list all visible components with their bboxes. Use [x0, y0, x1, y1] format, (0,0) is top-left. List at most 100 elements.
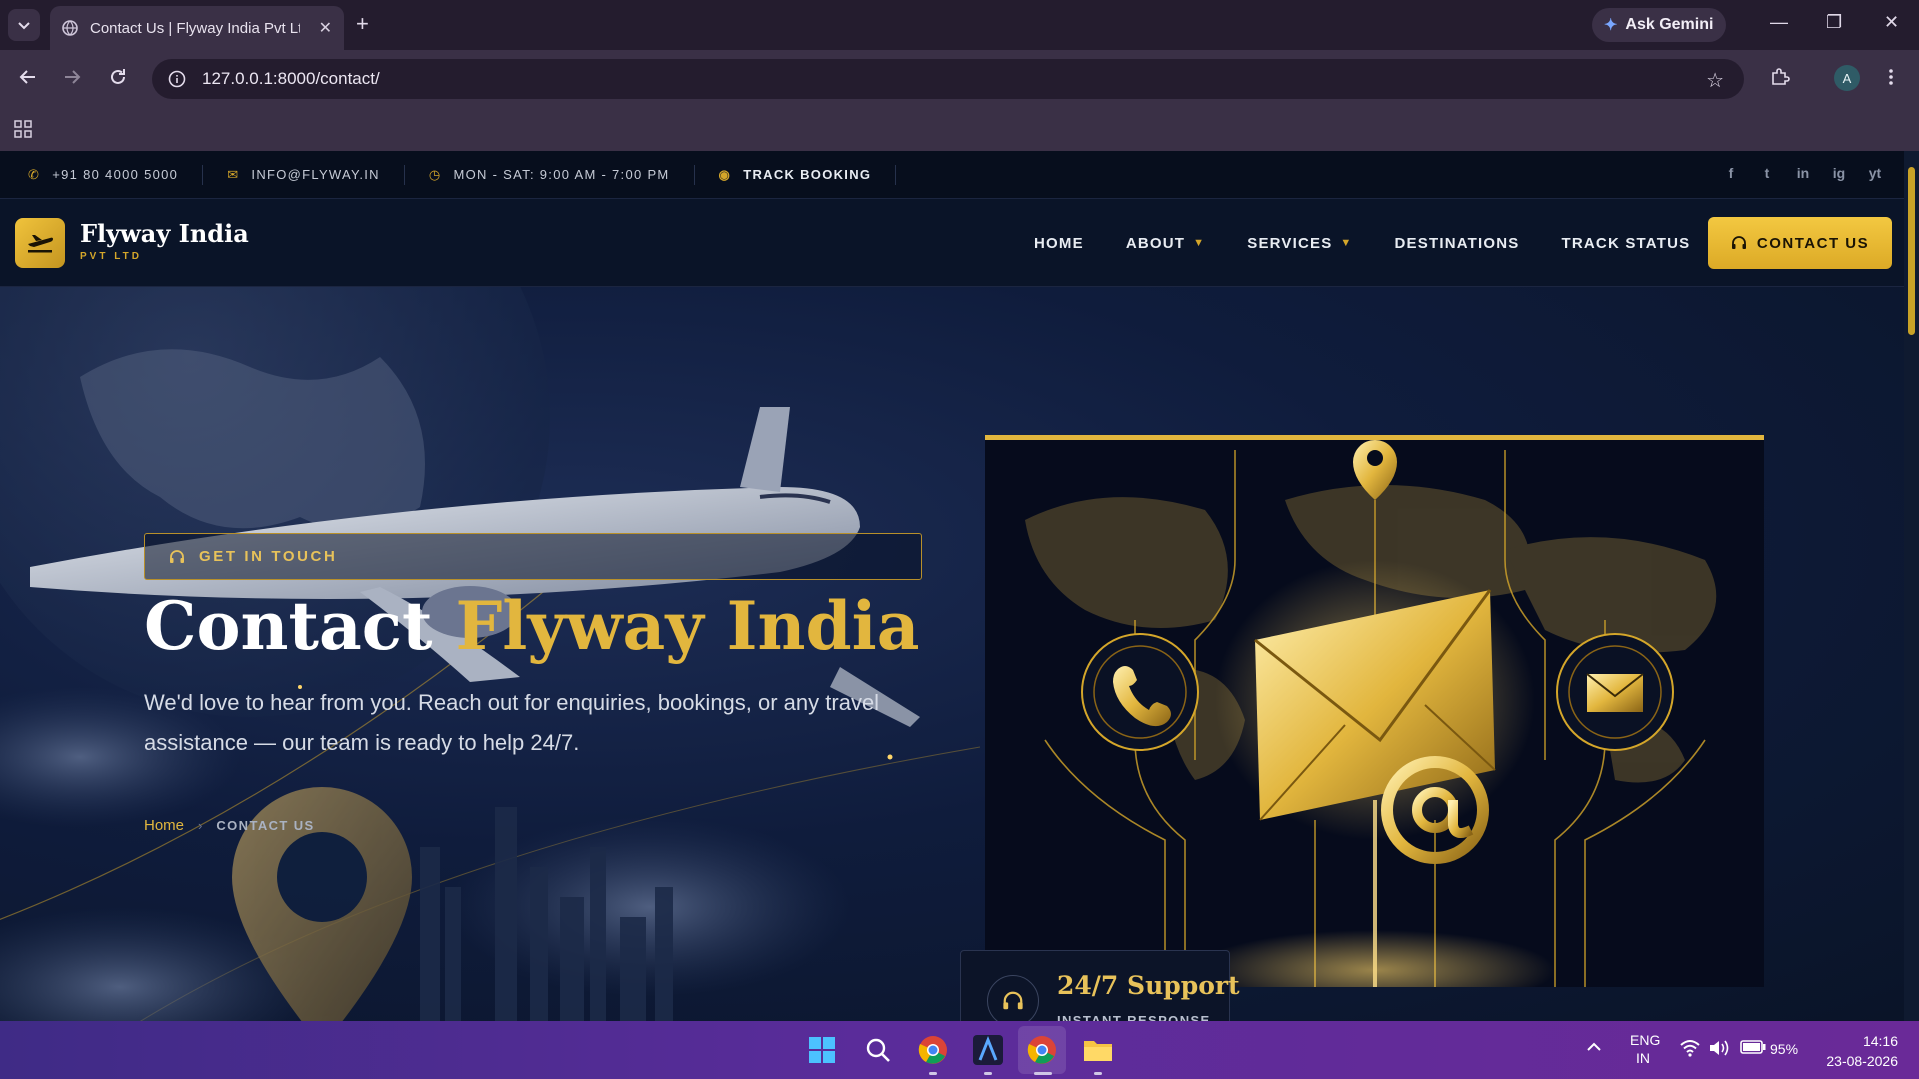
back-arrow-icon[interactable]: [18, 67, 38, 87]
windows-taskbar: ENG IN 95% 14:16 23-08-2026: [0, 1021, 1919, 1079]
nav-destinations-label: DESTINATIONS: [1394, 234, 1520, 252]
site-info-icon[interactable]: [168, 70, 186, 88]
restore-button[interactable]: ❐: [1826, 12, 1842, 33]
tab-close-icon[interactable]: ✕: [319, 18, 332, 38]
language-code: ENG: [1630, 1032, 1661, 1048]
topbar-phone[interactable]: ✆ +91 80 4000 5000: [28, 164, 204, 185]
nav-track-status[interactable]: TRACK STATUS: [1561, 235, 1690, 252]
file-explorer-icon[interactable]: [1082, 1034, 1114, 1066]
clock-time: 14:16: [1862, 1033, 1898, 1049]
hours-text: MON - SAT: 9:00 AM - 7:00 PM: [453, 167, 670, 182]
chevron-down-icon: [18, 22, 30, 30]
chrome-profile-icon[interactable]: [1026, 1034, 1058, 1066]
mail-ring-icon: [1556, 633, 1674, 751]
twitter-icon[interactable]: t: [1758, 165, 1776, 181]
profile-avatar[interactable]: A: [1834, 65, 1860, 91]
address-toolbar: 127.0.0.1:8000/contact/ ☆ A: [0, 50, 1919, 108]
taskbar-indicator: [1034, 1072, 1052, 1075]
logo-name[interactable]: Flyway India: [80, 219, 249, 248]
phone-ring-icon: [1081, 633, 1199, 751]
logo-subtitle: PVT LTD: [80, 251, 142, 262]
browser-tab-active[interactable]: Contact Us | Flyway India Pvt Ltd ✕: [50, 6, 344, 50]
linkedin-icon[interactable]: in: [1794, 165, 1812, 181]
chevron-up-icon[interactable]: [1586, 1039, 1602, 1055]
taskbar-indicator: [1094, 1072, 1102, 1075]
windows-start-icon[interactable]: [806, 1034, 838, 1066]
phone-text: +91 80 4000 5000: [52, 167, 179, 182]
breadcrumb-chevron-icon: ›: [198, 818, 203, 833]
get-in-touch-label: GET IN TOUCH: [199, 548, 338, 565]
chevron-down-icon: ▼: [1193, 237, 1206, 249]
language-indicator[interactable]: ENG IN: [1630, 1031, 1660, 1067]
topbar-email[interactable]: ✉ INFO@FLYWAY.IN: [227, 164, 405, 185]
scrollbar-thumb[interactable]: [1908, 167, 1915, 335]
url-text[interactable]: 127.0.0.1:8000/contact/: [202, 69, 380, 89]
battery-percent: 95%: [1770, 1041, 1799, 1057]
taskbar-indicator: [929, 1072, 937, 1075]
nav-about[interactable]: ABOUT ▼: [1126, 235, 1205, 252]
clock-date: 23-08-2026: [1826, 1053, 1898, 1069]
system-clock[interactable]: 14:16 23-08-2026: [1818, 1031, 1898, 1071]
bookmark-star-icon[interactable]: ☆: [1706, 68, 1724, 93]
hero-title-white: Contact: [144, 587, 433, 665]
more-menu-icon[interactable]: [1888, 67, 1894, 87]
facebook-icon[interactable]: f: [1722, 165, 1740, 181]
nav-services[interactable]: SERVICES ▼: [1247, 235, 1352, 252]
envelope-icon: ✉: [227, 166, 240, 182]
nav-track-status-label: TRACK STATUS: [1561, 234, 1691, 252]
contact-illustration: [985, 435, 1764, 987]
support-card: 24/7 Support INSTANT RESPONSE: [960, 950, 1240, 1021]
contact-us-label: CONTACT US: [1756, 234, 1870, 252]
close-window-button[interactable]: ✕: [1884, 12, 1899, 33]
extensions-icon[interactable]: [1770, 67, 1790, 87]
tab-title: Contact Us | Flyway India Pvt Ltd: [90, 19, 300, 37]
app-a-icon[interactable]: [972, 1034, 1004, 1066]
chevron-down-icon: ▼: [1340, 237, 1353, 249]
bookmarks-bar: [0, 108, 1919, 151]
headset-icon: [1731, 236, 1746, 249]
ask-gemini-label: Ask Gemini: [1625, 16, 1714, 33]
youtube-icon[interactable]: yt: [1866, 165, 1884, 181]
instagram-icon[interactable]: ig: [1830, 165, 1848, 181]
address-bar[interactable]: 127.0.0.1:8000/contact/ ☆: [152, 59, 1744, 99]
support-headset-icon: [987, 975, 1039, 1021]
nav-about-label: ABOUT: [1125, 234, 1186, 252]
apps-grid-icon[interactable]: [14, 120, 32, 138]
new-tab-button[interactable]: +: [356, 12, 369, 36]
hero-title-gold: Flyway India: [455, 587, 920, 665]
breadcrumb: Home › CONTACT US: [144, 817, 315, 834]
ask-gemini-button[interactable]: ✦ Ask Gemini: [1592, 8, 1726, 42]
get-in-touch-badge: GET IN TOUCH: [144, 533, 922, 580]
minimize-button[interactable]: —: [1770, 12, 1788, 33]
chrome-icon[interactable]: [917, 1034, 949, 1066]
reload-icon[interactable]: [108, 67, 128, 87]
battery-icon[interactable]: [1740, 1040, 1766, 1054]
tab-search-button[interactable]: [8, 9, 40, 41]
search-icon[interactable]: [862, 1034, 894, 1066]
phone-icon: ✆: [28, 166, 41, 182]
clock-icon: ◷: [428, 166, 442, 182]
contact-us-button[interactable]: CONTACT US: [1708, 217, 1892, 269]
nav-destinations[interactable]: DESTINATIONS: [1395, 235, 1520, 252]
logo-badge[interactable]: [15, 218, 65, 268]
globe-icon: [62, 20, 78, 36]
browser-tab-strip: Contact Us | Flyway India Pvt Ltd ✕ + ✦ …: [0, 0, 1919, 50]
region-code: IN: [1636, 1050, 1650, 1066]
hero-title: Contact Flyway India: [144, 587, 919, 665]
page-scrollbar[interactable]: [1904, 151, 1919, 1021]
topbar-track-booking[interactable]: ◉ TRACK BOOKING: [719, 164, 897, 185]
support-subtitle: INSTANT RESPONSE: [1057, 1013, 1211, 1021]
contact-illustration-art: [1025, 440, 1717, 987]
nav-services-label: SERVICES: [1247, 234, 1333, 252]
volume-icon[interactable]: [1708, 1039, 1730, 1057]
info-topbar: ✆ +91 80 4000 5000 ✉ INFO@FLYWAY.IN ◷ MO…: [0, 151, 1904, 199]
topbar-hours: ◷ MON - SAT: 9:00 AM - 7:00 PM: [428, 164, 695, 185]
forward-arrow-icon[interactable]: [62, 67, 82, 87]
nav-home-label: HOME: [1034, 234, 1084, 252]
main-navigation: HOME ABOUT ▼ SERVICES ▼ DESTINATIONS TRACK…: [1034, 199, 1732, 287]
nav-home[interactable]: HOME: [1034, 235, 1084, 252]
breadcrumb-home-link[interactable]: Home: [144, 817, 184, 834]
wifi-icon[interactable]: [1680, 1039, 1700, 1057]
gemini-sparkle-icon: ✦: [1604, 17, 1618, 34]
headset-icon: [170, 549, 184, 563]
